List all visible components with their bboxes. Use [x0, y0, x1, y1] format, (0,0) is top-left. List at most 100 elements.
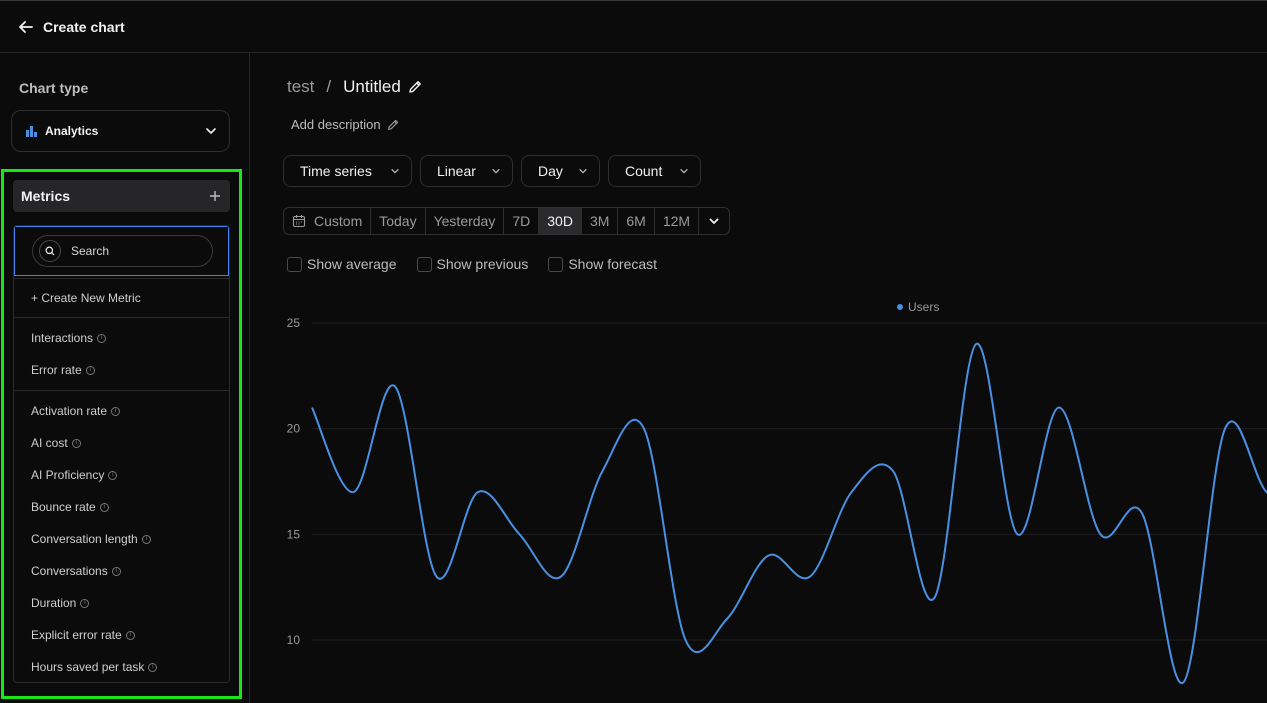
info-icon[interactable]: i [71, 438, 81, 448]
chevron-down-icon [708, 215, 720, 227]
chart-title[interactable]: Untitled [343, 77, 401, 97]
metric-item[interactable]: AI Proficiency i [14, 459, 229, 491]
add-description-label: Add description [291, 117, 381, 132]
checkbox[interactable] [287, 256, 302, 272]
chart-style-dropdown[interactable]: Time series [283, 155, 412, 187]
chevron-down-icon [389, 165, 401, 177]
info-icon[interactable]: i [111, 566, 121, 576]
info-icon[interactable]: i [108, 470, 118, 480]
metric-item[interactable]: Conversation length i [14, 523, 229, 555]
y-tick-label: 15 [287, 527, 301, 541]
show-previous-toggle[interactable]: Show previous [416, 256, 528, 272]
info-icon[interactable]: i [85, 365, 95, 375]
dropdown-label: Count [625, 163, 663, 179]
metric-label: AI cost [31, 436, 68, 450]
metric-label: Explicit error rate [31, 628, 122, 642]
dropdown-label: Day [538, 163, 563, 179]
info-icon[interactable]: i [80, 598, 90, 608]
page-title: Create chart [43, 18, 125, 35]
metric-item[interactable]: Conversations i [14, 555, 229, 587]
range-30d[interactable]: 30D [539, 208, 582, 234]
range-7d[interactable]: 7D [504, 208, 540, 234]
toggle-label: Show average [307, 256, 397, 272]
toggle-label: Show forecast [568, 256, 658, 272]
info-icon[interactable]: i [97, 333, 107, 343]
chevron-down-icon [678, 165, 690, 177]
checkbox[interactable] [416, 256, 432, 272]
pencil-icon[interactable] [407, 79, 423, 95]
search-container [14, 226, 229, 276]
chevron-down-icon [577, 165, 589, 177]
add-description-button[interactable]: Add description [291, 117, 400, 132]
range-more-button[interactable] [699, 208, 729, 234]
chart-area: Users 25 20 15 10 [252, 290, 1267, 703]
metric-groups: Interactions i Error rate i Activation rate i… [14, 318, 229, 682]
legend-label: Users [908, 300, 940, 314]
sidebar: Chart type Analytics Metrics + Creat [0, 53, 250, 703]
metrics-list: + Create New Metric InteractionsiError r… [13, 225, 230, 683]
metrics-title: Metrics [21, 188, 71, 204]
metric-item[interactable]: Duration i [14, 587, 229, 619]
show-average-toggle[interactable]: Show average [287, 256, 397, 272]
metric-label: Bounce rate [31, 500, 96, 514]
legend-dot [897, 304, 903, 310]
info-icon[interactable]: i [141, 534, 151, 544]
calendar-icon [292, 214, 306, 228]
chart-legend[interactable]: Users [897, 300, 939, 314]
scale-dropdown[interactable]: Linear [420, 155, 513, 187]
metric-group: Interactions i Error rate i [14, 318, 229, 391]
range-yesterday[interactable]: Yesterday [426, 208, 505, 234]
range-12m[interactable]: 12M [655, 208, 700, 234]
date-range-selector: Custom Today Yesterday 7D 30D 3M 6M 12M [283, 207, 731, 235]
chart-options: Show average Show previous Show forecast [287, 256, 677, 272]
range-today[interactable]: Today [371, 208, 426, 234]
metric-label: AI Proficiency [31, 468, 105, 482]
chevron-down-icon [490, 165, 502, 177]
metric-item[interactable]: Hours saved per task i [14, 651, 229, 682]
add-metric-icon[interactable] [208, 189, 222, 203]
range-custom[interactable]: Custom [284, 208, 372, 234]
metrics-header: Metrics [13, 180, 230, 212]
search-box[interactable] [32, 235, 213, 267]
info-icon[interactable]: i [125, 630, 135, 640]
metric-item[interactable]: Interactions i [14, 322, 229, 354]
range-3m[interactable]: 3M [582, 208, 619, 234]
metric-label: Error rate [31, 363, 82, 377]
line-chart: 25 20 15 10 [287, 316, 1267, 684]
pencil-icon [386, 118, 400, 132]
metric-item[interactable]: AI cost i [14, 427, 229, 459]
dropdown-label: Time series [300, 163, 372, 179]
range-6m[interactable]: 6M [618, 208, 655, 234]
top-bar: Create chart [0, 0, 1267, 53]
info-icon[interactable]: i [111, 406, 121, 416]
metric-item[interactable]: Error rate i [14, 354, 229, 386]
breadcrumb-separator: / [326, 77, 332, 96]
y-tick-label: 20 [287, 422, 301, 436]
metric-label: Activation rate [31, 404, 108, 418]
metric-item[interactable]: Activation rate i [14, 395, 229, 427]
info-icon[interactable]: i [99, 502, 109, 512]
y-tick-label: 10 [287, 633, 301, 647]
search-icon [39, 240, 61, 262]
create-new-metric-button[interactable]: + Create New Metric [14, 278, 229, 318]
bar-chart-icon [26, 125, 38, 137]
checkbox[interactable] [548, 256, 564, 272]
dropdown-label: Linear [437, 163, 476, 179]
interval-dropdown[interactable]: Day [521, 155, 600, 187]
range-label: Custom [314, 213, 363, 229]
metric-item[interactable]: Explicit error rate i [14, 619, 229, 651]
y-tick-label: 25 [287, 316, 301, 330]
show-forecast-toggle[interactable]: Show forecast [548, 256, 657, 272]
metric-label: Duration [31, 596, 77, 610]
back-arrow-icon[interactable] [17, 18, 35, 36]
search-input[interactable] [71, 244, 201, 258]
series-line-users[interactable] [311, 343, 1267, 684]
chart-type-value: Analytics [45, 124, 99, 138]
breadcrumb-parent[interactable]: test [287, 77, 314, 97]
aggregation-dropdown[interactable]: Count [608, 155, 701, 187]
chart-type-label: Chart type [19, 80, 89, 96]
metric-label: Conversation length [31, 532, 138, 546]
metric-item[interactable]: Bounce rate i [14, 491, 229, 523]
chart-type-select[interactable]: Analytics [11, 110, 230, 152]
info-icon[interactable]: i [148, 662, 158, 672]
